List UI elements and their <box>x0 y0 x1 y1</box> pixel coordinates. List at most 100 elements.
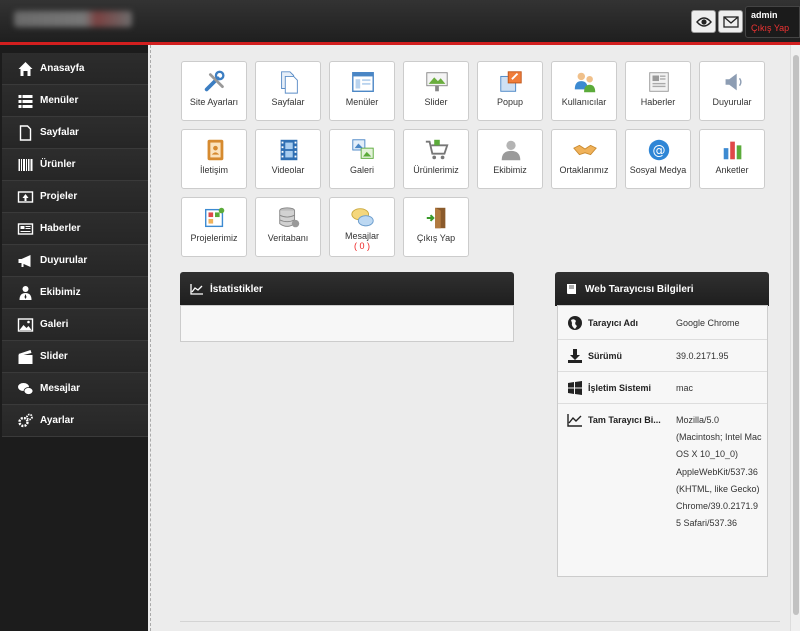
tile-popup[interactable]: Popup <box>477 61 543 121</box>
tile-anketler[interactable]: Anketler <box>699 129 765 189</box>
envelope-icon <box>722 15 739 28</box>
svg-text:@: @ <box>653 144 666 159</box>
handshake-icon <box>571 136 599 164</box>
sidebar-item-haberler[interactable]: Haberler <box>2 213 148 245</box>
sidebar-item-menuler[interactable]: Menüler <box>2 85 148 117</box>
user-menu[interactable]: admin Çıkış Yap <box>745 6 800 38</box>
sidebar-divider <box>150 45 151 631</box>
browser-row-key: İşletim Sistemi <box>588 383 652 393</box>
browser-panel-header: Web Tarayıcısı Bilgileri <box>555 272 769 306</box>
tile-label: Kullanıcılar <box>561 97 607 107</box>
sidebar-item-urunler[interactable]: Ürünler <box>2 149 148 181</box>
sidebar-item-ayarlar[interactable]: Ayarlar <box>2 405 148 437</box>
tile-sayfalar[interactable]: Sayfalar <box>255 61 321 121</box>
tile-label: Ürünlerimiz <box>413 165 459 175</box>
tile-urunlerimiz[interactable]: Ürünlerimiz <box>403 129 469 189</box>
download-icon <box>568 349 582 363</box>
browser-row: İşletim Sistemi mac <box>558 372 767 404</box>
tile-cikis-yap[interactable]: Çıkış Yap <box>403 197 469 257</box>
tile-duyurular[interactable]: Duyurular <box>699 61 765 121</box>
browser-row-key: Sürümü <box>588 351 623 361</box>
content-bottom-rule <box>180 621 780 622</box>
tile-label: Çıkış Yap <box>416 233 456 243</box>
sidebar-item-label: Ürünler <box>40 159 76 170</box>
browser-row: Tarayıcı Adı Google Chrome <box>558 306 767 340</box>
sidebar-item-label: Menüler <box>40 95 79 106</box>
image-icon <box>16 317 34 333</box>
database-icon <box>275 204 303 232</box>
sidebar-item-ekibimiz[interactable]: Ekibimiz <box>2 277 148 309</box>
tile-label: Videolar <box>271 165 305 175</box>
browser-row-value: Google Chrome <box>676 318 740 328</box>
tile-galeri[interactable]: Galeri <box>329 129 395 189</box>
sidebar: Anasayfa Menüler Sayfalar Ürünler Projel… <box>0 45 148 631</box>
tile-label: Duyurular <box>712 97 752 107</box>
sidebar-item-duyurular[interactable]: Duyurular <box>2 245 148 277</box>
view-site-button[interactable] <box>691 10 716 33</box>
browser-row: Tam Tarayıcı Bi... Mozilla/5.0 (Macintos… <box>558 404 767 576</box>
linechart-icon <box>567 414 582 427</box>
browser-row-value: mac <box>676 383 694 393</box>
sidebar-item-mesajlar[interactable]: Mesajlar <box>2 373 148 405</box>
tile-site-ayarlari[interactable]: Site Ayarları <box>181 61 247 121</box>
tile-videolar[interactable]: Videolar <box>255 129 321 189</box>
sidebar-item-label: Duyurular <box>40 255 88 266</box>
tile-ortaklarimiz[interactable]: Ortaklarımız <box>551 129 617 189</box>
tile-iletisim[interactable]: İletişim <box>181 129 247 189</box>
vertical-scrollbar[interactable] <box>790 45 800 631</box>
browser-panel-title: Web Tarayıcısı Bilgileri <box>585 283 694 295</box>
sidebar-item-anasayfa[interactable]: Anasayfa <box>2 53 148 85</box>
person-icon <box>497 136 525 164</box>
sidebar-item-label: Projeler <box>40 191 78 202</box>
tile-veritabani[interactable]: Veritabanı <box>255 197 321 257</box>
tile-slider[interactable]: Slider <box>403 61 469 121</box>
sidebar-item-sayfalar[interactable]: Sayfalar <box>2 117 148 149</box>
speaker-icon <box>719 68 747 96</box>
tile-label: Menüler <box>345 97 379 107</box>
film-icon <box>275 136 303 164</box>
scrollbar-thumb[interactable] <box>793 55 799 615</box>
gears-icon <box>16 413 34 429</box>
browser-panel-body: Tarayıcı Adı Google Chrome Sürümü 39.0.2… <box>557 305 768 577</box>
tile-label: Ortaklarımız <box>559 165 609 175</box>
gallery-icon <box>349 136 377 164</box>
page-icon <box>16 124 34 141</box>
exit-door-icon <box>423 204 451 232</box>
tile-menuler[interactable]: Menüler <box>329 61 395 121</box>
sidebar-item-galeri[interactable]: Galeri <box>2 309 148 341</box>
users-icon <box>571 68 599 96</box>
book-icon <box>567 284 576 294</box>
main-content: Site Ayarları Sayfalar Menüler Slider Po… <box>160 45 790 631</box>
bubbles-icon <box>349 204 377 232</box>
logout-link[interactable]: Çıkış Yap <box>751 23 799 33</box>
stats-panel-title: İstatistikler <box>210 283 263 295</box>
window-icon <box>349 68 377 96</box>
tile-label: Sayfalar <box>271 97 305 107</box>
chat-icon <box>16 381 34 397</box>
newspaper-icon <box>16 221 34 237</box>
sidebar-item-label: Anasayfa <box>40 63 85 74</box>
tile-projelerimiz[interactable]: Projelerimiz <box>181 197 247 257</box>
tools-icon <box>201 68 229 96</box>
messages-button[interactable] <box>718 10 743 33</box>
user-tie-icon <box>16 285 34 301</box>
tile-kullanicilar[interactable]: Kullanıcılar <box>551 61 617 121</box>
tile-ekibimiz[interactable]: Ekibimiz <box>477 129 543 189</box>
clapperboard-icon <box>16 349 34 365</box>
tile-label: Slider <box>424 97 448 107</box>
tile-sosyal-medya[interactable]: @ Sosyal Medya <box>625 129 691 189</box>
sidebar-item-label: Ekibimiz <box>40 287 81 298</box>
tile-mesajlar[interactable]: Mesajlar ( 0 ) <box>329 197 395 257</box>
documents-icon <box>275 68 303 96</box>
sidebar-item-slider[interactable]: Slider <box>2 341 148 373</box>
stats-panel-body <box>180 305 514 342</box>
site-logo[interactable] <box>14 11 132 27</box>
linechart-icon <box>190 284 203 295</box>
sidebar-item-projeler[interactable]: Projeler <box>2 181 148 213</box>
sidebar-item-label: Slider <box>40 351 68 362</box>
tile-label: Popup <box>496 97 524 107</box>
at-icon: @ <box>645 136 673 164</box>
tile-haberler[interactable]: Haberler <box>625 61 691 121</box>
stats-panel-header: İstatistikler <box>180 272 514 306</box>
addressbook-icon <box>201 136 229 164</box>
